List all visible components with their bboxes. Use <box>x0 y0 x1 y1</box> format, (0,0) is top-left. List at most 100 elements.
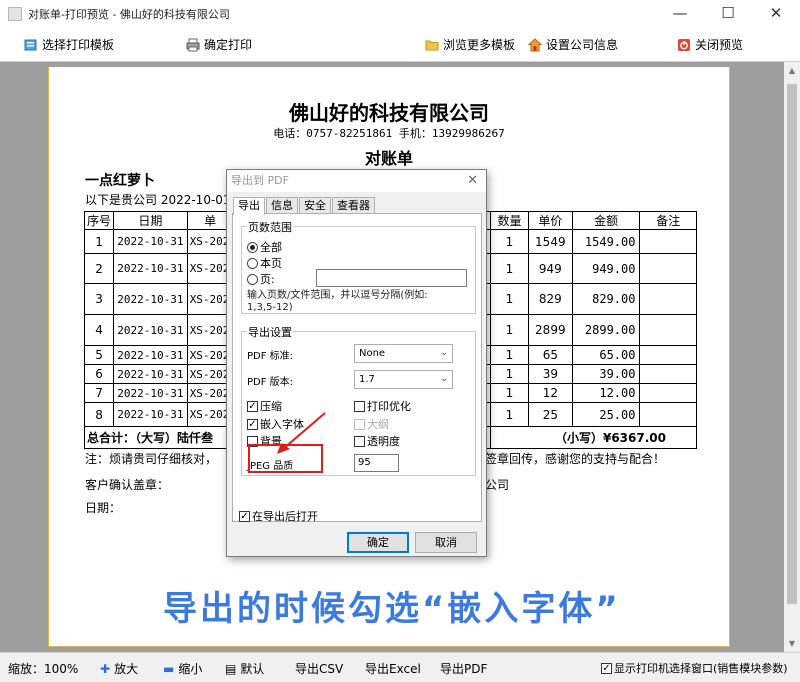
scrollbar-thumb[interactable] <box>787 84 797 604</box>
row-date: 2022-10-31 <box>113 253 188 284</box>
row-index: 2 <box>83 253 115 284</box>
window-title: 对账单-打印预览 - 佛山好的科技有限公司 <box>28 8 230 21</box>
row-amount: 25.00 <box>571 402 641 427</box>
jpeg-quality-input[interactable]: 95 <box>354 454 399 472</box>
minimize-button[interactable]: — <box>656 0 704 28</box>
pdf-standard-select[interactable]: None ⌄ <box>354 344 453 363</box>
row-remark <box>639 283 697 315</box>
row-amount: 829.00 <box>571 283 641 315</box>
row-remark <box>639 383 697 403</box>
row-remark <box>639 402 697 427</box>
dialog-tabs: 导出 信息 安全 查看器 <box>233 197 376 215</box>
row-index: 7 <box>83 383 115 403</box>
row-amount: 1549.00 <box>571 229 641 254</box>
company-settings-button[interactable]: 设置公司信息 <box>528 36 618 53</box>
radio-all[interactable]: 全部 <box>247 239 282 255</box>
printer-icon <box>186 38 200 51</box>
row-index: 1 <box>83 229 115 254</box>
pdf-standard-label: PDF 标准: <box>247 351 294 362</box>
pdf-version-select[interactable]: 1.7 ⌄ <box>354 370 453 389</box>
export-pdf-button[interactable]: 导出PDF <box>440 660 487 677</box>
radio-checked-icon <box>247 241 258 253</box>
radio-current-page[interactable]: 本页 <box>247 255 282 271</box>
checkbox-empty-icon <box>354 418 365 430</box>
row-index: 4 <box>83 314 115 346</box>
maximize-button[interactable]: ☐ <box>704 0 752 28</box>
minus-icon: ▬ <box>163 661 175 676</box>
row-price: 25 <box>527 402 573 427</box>
customer-name: 一点红萝卜 <box>85 173 155 189</box>
scroll-up-icon[interactable]: ▲ <box>784 66 800 75</box>
folder-icon <box>425 40 439 50</box>
row-amount: 12.00 <box>571 383 641 403</box>
outline-checkbox[interactable]: 大纲 <box>354 416 389 432</box>
confirm-print-button[interactable]: 确定打印 <box>186 36 252 53</box>
intro-text: 以下是贵公司 2022-10-01 <box>85 193 231 207</box>
home-icon <box>528 37 542 51</box>
cancel-button[interactable]: 取消 <box>415 532 477 553</box>
transparency-checkbox[interactable]: 透明度 <box>354 433 400 449</box>
checkbox-empty-icon <box>354 400 365 412</box>
page-range-hint: 输入页数/文件范围，并以逗号分隔(例如: 1,3,5-12) <box>247 290 428 313</box>
tab-security[interactable]: 安全 <box>299 197 331 214</box>
note-left: 注：烦请贵司仔细核对， <box>85 452 218 466</box>
column-header: 日期 <box>113 211 188 230</box>
row-qty: 1 <box>490 314 529 346</box>
row-amount: 39.00 <box>571 364 641 384</box>
scroll-down-icon[interactable]: ▼ <box>784 639 800 648</box>
close-preview-button[interactable]: 关闭预览 <box>677 36 743 53</box>
dialog-close-button[interactable]: ✕ <box>467 170 478 192</box>
row-remark <box>639 229 697 254</box>
zoom-out-button[interactable]: ▬ 缩小 <box>163 660 202 677</box>
statusbar: 缩放：100% ✚ 放大 ▬ 缩小 ▤ 默认 导出CSV 导出Excel 导出P… <box>0 652 800 682</box>
row-price: 39 <box>527 364 573 384</box>
ok-button[interactable]: 确定 <box>347 532 409 553</box>
row-date: 2022-10-31 <box>113 314 188 346</box>
toolbar: 选择打印模板 确定打印 浏览更多模板 设置公司信息 关闭预览 <box>0 28 800 62</box>
pdf-version-label: PDF 版本: <box>247 377 294 388</box>
close-window-button[interactable]: ✕ <box>752 0 800 28</box>
chevron-down-icon: ⌄ <box>440 348 448 358</box>
vertical-scrollbar[interactable]: ▲ ▼ <box>784 62 800 652</box>
select-template-button[interactable]: 选择打印模板 <box>24 36 114 53</box>
default-zoom-button[interactable]: ▤ 默认 <box>225 660 264 677</box>
export-excel-button[interactable]: 导出Excel <box>365 660 421 677</box>
row-price: 829 <box>527 283 573 315</box>
checkmark-icon: ✓ <box>239 510 250 522</box>
row-index: 6 <box>83 364 115 384</box>
document-title: 对账单 <box>364 149 413 168</box>
row-amount: 65.00 <box>571 345 641 365</box>
company-contact: 电话：0757-82251861 手机：13929986267 <box>273 127 505 140</box>
row-qty: 1 <box>490 229 529 254</box>
export-csv-button[interactable]: 导出CSV <box>295 660 343 677</box>
instruction-caption: 导出的时候勾选“嵌入字体” <box>163 589 621 629</box>
pages-input[interactable] <box>316 269 467 287</box>
row-remark <box>639 314 697 346</box>
browse-templates-button[interactable]: 浏览更多模板 <box>425 36 515 53</box>
app-icon <box>8 7 22 21</box>
customer-confirm-label: 客户确认盖章： <box>85 478 170 492</box>
show-printer-checkbox[interactable]: ✓ 显示打印机选择窗口(销售模块参数) <box>601 660 788 676</box>
dialog-title: 导出到 PDF <box>231 174 289 187</box>
row-remark <box>639 345 697 365</box>
zoom-in-button[interactable]: ✚ 放大 <box>100 660 138 677</box>
window-titlebar: 对账单-打印预览 - 佛山好的科技有限公司 — ☐ ✕ <box>0 0 800 28</box>
chevron-down-icon: ⌄ <box>440 374 448 384</box>
page-icon: ▤ <box>225 661 237 676</box>
radio-unchecked-icon <box>247 257 258 269</box>
tab-info[interactable]: 信息 <box>266 197 298 214</box>
row-qty: 1 <box>490 283 529 315</box>
column-header: 金额 <box>571 211 641 230</box>
row-qty: 1 <box>490 383 529 403</box>
row-qty: 1 <box>490 345 529 365</box>
column-header: 备注 <box>639 211 697 230</box>
tab-export[interactable]: 导出 <box>233 197 265 215</box>
export-pdf-dialog: 导出到 PDF ✕ 导出 信息 安全 查看器 页数范围 全部 本页 页: 输入页… <box>226 169 487 557</box>
tab-viewer[interactable]: 查看器 <box>332 197 375 214</box>
row-index: 3 <box>83 283 115 315</box>
radio-pages[interactable]: 页: <box>247 271 275 287</box>
column-header: 单价 <box>527 211 573 230</box>
row-index: 8 <box>83 402 115 427</box>
print-optimize-checkbox[interactable]: 打印优化 <box>354 398 411 414</box>
open-after-export-checkbox[interactable]: ✓ 在导出后打开 <box>239 508 318 524</box>
